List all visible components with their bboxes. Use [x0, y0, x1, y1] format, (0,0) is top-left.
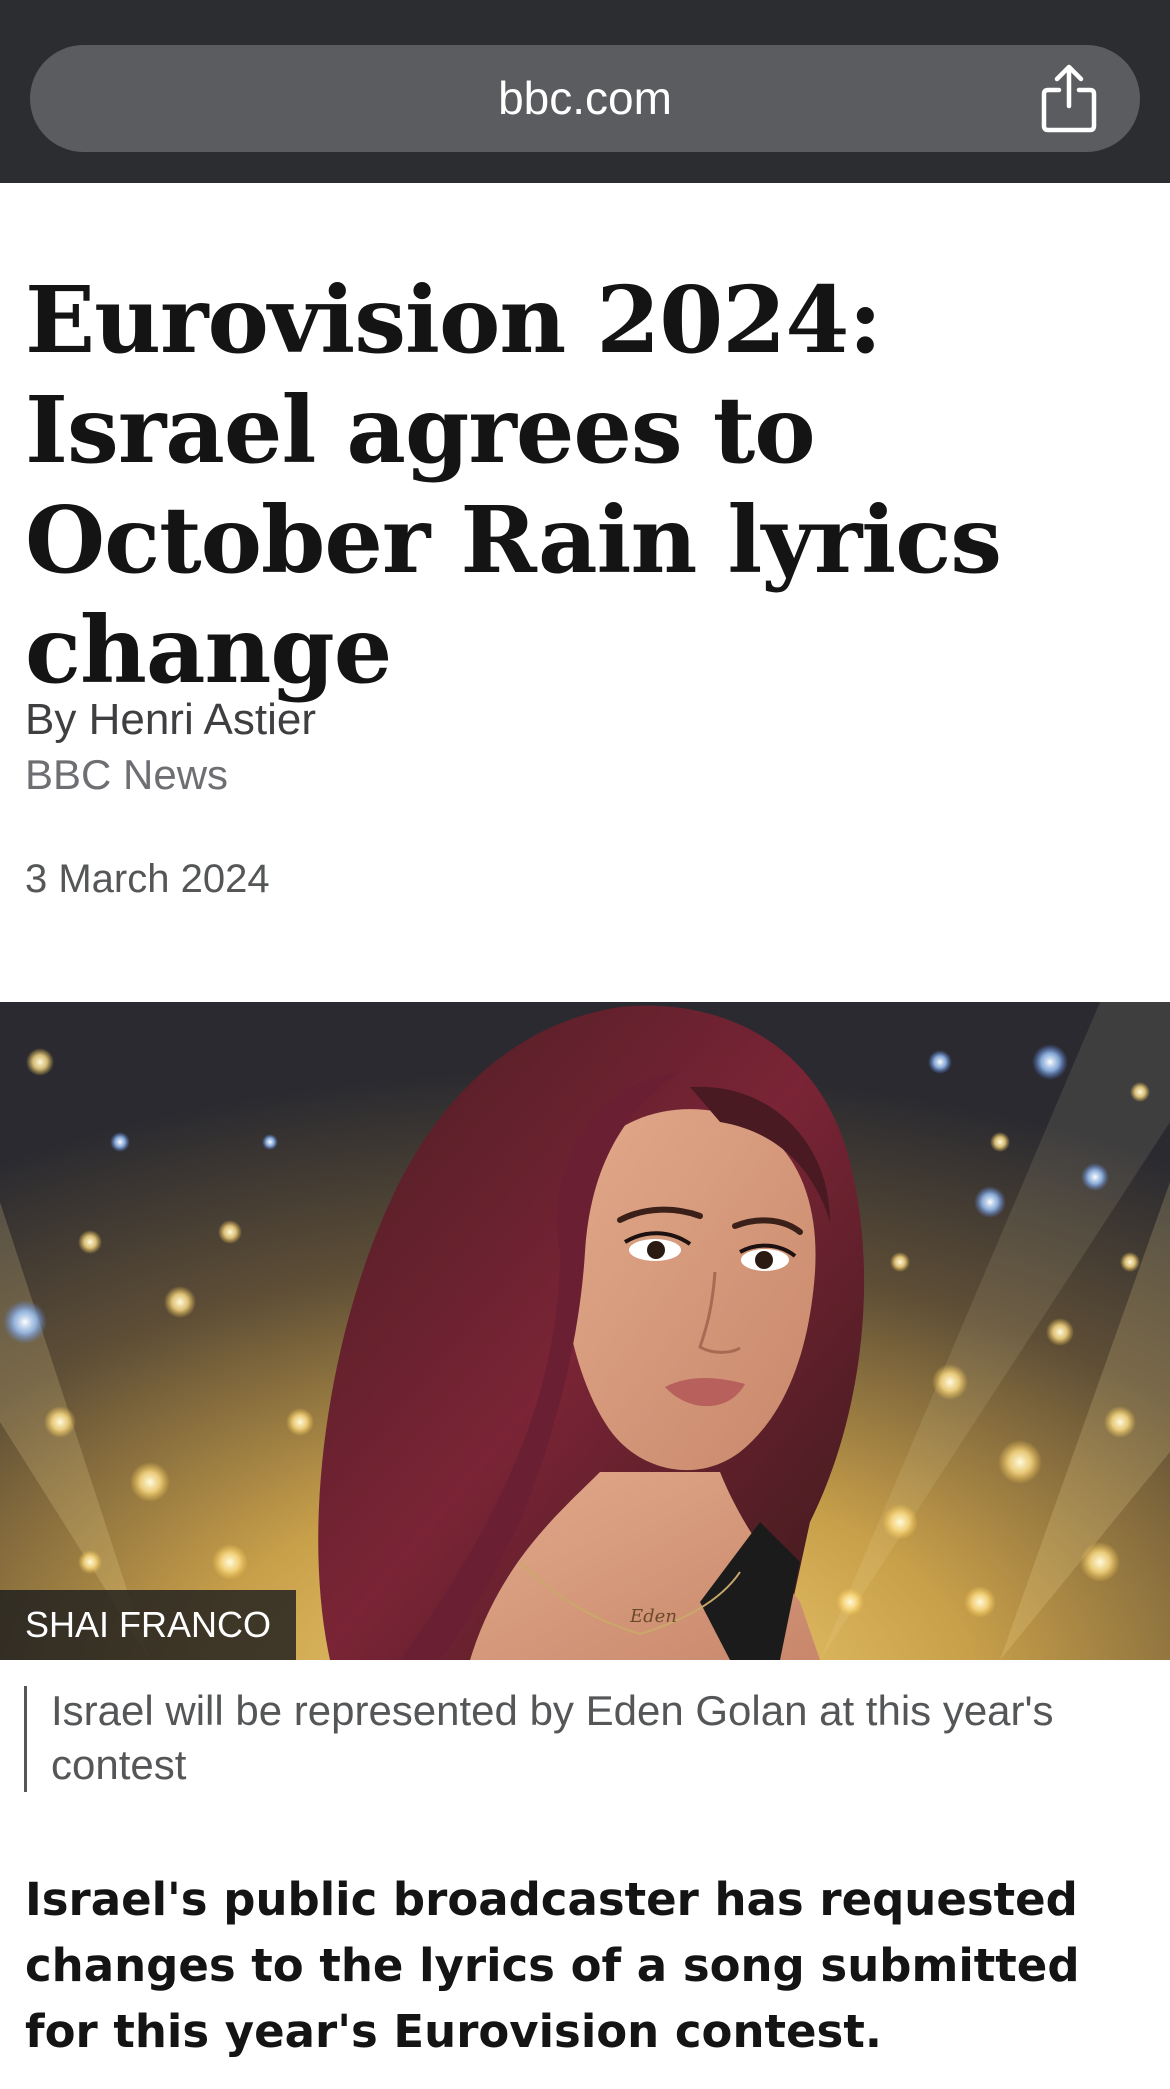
address-bar[interactable]: bbc.com	[30, 45, 1140, 152]
image-credit: SHAI FRANCO	[0, 1590, 297, 1660]
browser-toolbar: bbc.com	[0, 0, 1170, 183]
url-text[interactable]: bbc.com	[30, 45, 1140, 152]
publish-date: 3 March 2024	[25, 857, 270, 901]
necklace-text: Eden	[629, 1606, 677, 1627]
news-source: BBC News	[25, 751, 229, 798]
hero-image: Eden SHAI FRANCO	[0, 1002, 1170, 1660]
image-caption: Israel will be represented by Eden Golan…	[51, 1687, 1054, 1788]
byline: By Henri Astier	[25, 695, 316, 744]
caption-rule	[24, 1686, 27, 1792]
share-icon	[1041, 64, 1097, 133]
share-button[interactable]	[1038, 64, 1100, 134]
article-lead: Israel's public broadcaster has requeste…	[25, 1873, 1080, 2058]
article-headline: Eurovision 2024: Israel agrees to Octobe…	[25, 266, 1002, 704]
